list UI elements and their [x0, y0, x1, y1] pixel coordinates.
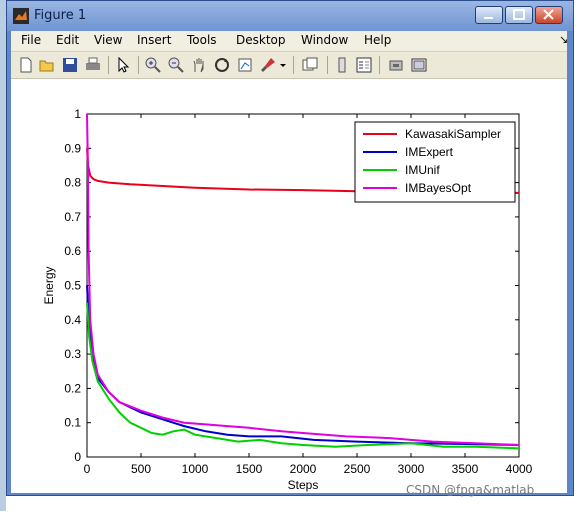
y-tick-label: 0 — [74, 450, 81, 464]
y-tick-label: 1 — [74, 107, 81, 121]
figure-window: Figure 1 File Edit View Insert Tools Des… — [6, 0, 574, 496]
y-tick-label: 0.7 — [64, 210, 81, 224]
y-tick-label: 0.1 — [64, 416, 81, 430]
x-tick-label: 4000 — [506, 462, 533, 476]
x-tick-label: 0 — [84, 462, 91, 476]
x-tick-label: 3500 — [452, 462, 479, 476]
legend-entry: IMUnif — [405, 163, 440, 177]
line-chart[interactable]: 0 500 1000 1500 2000 2500 3000 3500 4000 0 0.1 0.2 0… — [1, 1, 578, 512]
x-tick-label: 2000 — [290, 462, 317, 476]
legend-entry: IMBayesOpt — [405, 181, 472, 195]
y-tick-label: 0.3 — [64, 347, 81, 361]
x-tick-label: 500 — [131, 462, 151, 476]
x-tick-label: 1500 — [236, 462, 263, 476]
y-axis-label: Energy — [42, 266, 56, 304]
y-tick-label: 0.5 — [64, 279, 81, 293]
y-tick-label: 0.4 — [64, 313, 81, 327]
y-tick-label: 0.2 — [64, 381, 81, 395]
y-tick-label: 0.6 — [64, 244, 81, 258]
x-tick-label: 2500 — [344, 462, 371, 476]
figure-canvas: 0 500 1000 1500 2000 2500 3000 3500 4000 0 0.1 0.2 0… — [11, 79, 567, 493]
x-tick-label: 3000 — [398, 462, 425, 476]
y-tick-label: 0.8 — [64, 176, 81, 190]
legend-entry: KawasakiSampler — [405, 127, 501, 141]
watermark-text: CSDN @fpga&matlab — [406, 483, 535, 497]
window-client: File Edit View Insert Tools Desktop Wind… — [11, 31, 568, 493]
legend-entry: IMExpert — [405, 145, 454, 159]
y-tick-label: 0.9 — [64, 141, 81, 155]
x-axis-label: Steps — [288, 478, 319, 492]
x-tick-label: 1000 — [182, 462, 209, 476]
